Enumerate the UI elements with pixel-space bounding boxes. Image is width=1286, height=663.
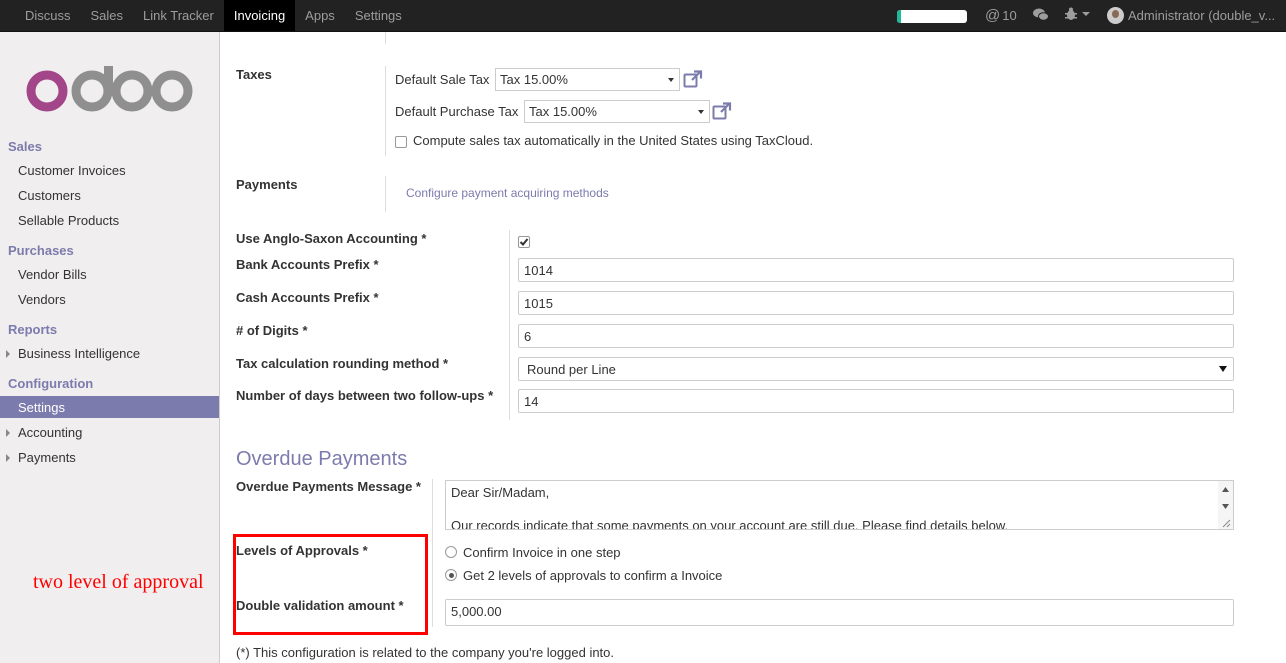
approval-one-step-label: Confirm Invoice in one step bbox=[463, 545, 621, 560]
rounding-method-select[interactable]: Round per Line bbox=[518, 357, 1234, 381]
sidebar-item-label: Payments bbox=[18, 450, 76, 465]
cash-prefix-label: Cash Accounts Prefix * bbox=[236, 290, 379, 305]
messages-count: 10 bbox=[1002, 8, 1017, 23]
menu-settings[interactable]: Settings bbox=[345, 0, 412, 31]
sidebar-item-payments[interactable]: Payments bbox=[0, 446, 219, 468]
sidebar-section-reports: Reports bbox=[8, 322, 58, 337]
menu-link-tracker[interactable]: Link Tracker bbox=[133, 0, 224, 31]
chevron-down-icon bbox=[698, 110, 704, 114]
sidebar-item-label: Business Intelligence bbox=[18, 346, 141, 361]
sidebar-item-settings[interactable]: Settings bbox=[0, 396, 219, 418]
menu-invoicing[interactable]: Invoicing bbox=[223, 0, 296, 31]
caret-down-icon bbox=[1082, 12, 1090, 16]
footer-note: (*) This configuration is related to the… bbox=[236, 645, 615, 660]
sidebar-item-accounting[interactable]: Accounting bbox=[0, 421, 219, 443]
overdue-message-line: Our records indicate that some payments … bbox=[451, 518, 1009, 530]
progress-fill bbox=[897, 10, 901, 23]
approval-levels-label: Levels of Approvals * bbox=[236, 543, 368, 558]
approval-two-levels-radio[interactable] bbox=[445, 569, 457, 581]
app-menu: Discuss Sales Link Tracker Invoicing App… bbox=[15, 0, 412, 31]
overdue-message-textarea[interactable]: Dear Sir/Madam, Our records indicate tha… bbox=[445, 480, 1234, 530]
scroll-up-icon bbox=[1222, 487, 1229, 492]
external-link-icon[interactable] bbox=[712, 102, 732, 121]
double-validation-label: Double validation amount * bbox=[236, 598, 404, 613]
top-navbar: Discuss Sales Link Tracker Invoicing App… bbox=[0, 0, 1286, 32]
caret-right-icon bbox=[6, 429, 10, 437]
chat-icon[interactable] bbox=[1033, 8, 1049, 25]
taxes-label: Taxes bbox=[236, 67, 272, 82]
default-sale-tax-label: Default Sale Tax bbox=[395, 72, 490, 87]
sidebar: Sales Customer Invoices Customers Sellab… bbox=[0, 32, 220, 663]
default-purchase-tax-select[interactable]: Tax 15.00% bbox=[524, 100, 710, 123]
odoo-logo[interactable] bbox=[26, 66, 194, 115]
cash-prefix-input[interactable]: 1015 bbox=[518, 291, 1234, 315]
divider bbox=[509, 230, 510, 420]
resize-grip-icon bbox=[1222, 519, 1231, 528]
bank-prefix-label: Bank Accounts Prefix * bbox=[236, 257, 379, 272]
chevron-down-icon bbox=[1219, 366, 1227, 372]
chevron-down-icon bbox=[668, 78, 674, 82]
caret-right-icon bbox=[6, 454, 10, 462]
rounding-method-label: Tax calculation rounding method * bbox=[236, 356, 449, 371]
default-sale-tax-value: Tax 15.00% bbox=[500, 72, 568, 87]
external-link-icon[interactable] bbox=[683, 70, 703, 89]
taxcloud-checkbox[interactable] bbox=[395, 136, 407, 148]
taxcloud-label: Compute sales tax automatically in the U… bbox=[413, 133, 814, 148]
avatar bbox=[1107, 7, 1124, 24]
menu-discuss[interactable]: Discuss bbox=[15, 0, 81, 31]
rounding-method-value: Round per Line bbox=[527, 362, 616, 377]
sidebar-section-configuration: Configuration bbox=[8, 376, 94, 391]
sidebar-item-label: Accounting bbox=[18, 425, 83, 440]
annotation-text: two level of approval bbox=[33, 571, 204, 593]
sidebar-item-sellable-products[interactable]: Sellable Products bbox=[0, 209, 219, 231]
anglo-saxon-checkbox[interactable] bbox=[518, 236, 530, 248]
sidebar-item-vendor-bills[interactable]: Vendor Bills bbox=[0, 263, 219, 285]
bank-prefix-input[interactable]: 1014 bbox=[518, 258, 1234, 282]
divider bbox=[385, 32, 386, 44]
scroll-down-icon bbox=[1222, 504, 1229, 509]
default-purchase-tax-value: Tax 15.00% bbox=[529, 104, 597, 119]
overdue-payments-heading: Overdue Payments bbox=[236, 448, 408, 470]
sidebar-section-purchases: Purchases bbox=[8, 243, 74, 258]
messages-counter[interactable]: @ 10 bbox=[985, 7, 1017, 24]
bug-icon bbox=[1065, 7, 1077, 20]
default-sale-tax-select[interactable]: Tax 15.00% bbox=[495, 68, 680, 91]
sidebar-item-vendors[interactable]: Vendors bbox=[0, 288, 219, 310]
sidebar-item-customer-invoices[interactable]: Customer Invoices bbox=[0, 159, 219, 181]
sidebar-item-business-intelligence[interactable]: Business Intelligence bbox=[0, 342, 219, 364]
at-icon: @ bbox=[985, 7, 1001, 24]
sidebar-section-sales: Sales bbox=[8, 139, 42, 154]
approval-two-levels-label: Get 2 levels of approvals to confirm a I… bbox=[463, 568, 723, 583]
divider bbox=[432, 479, 433, 627]
overdue-message-label: Overdue Payments Message * bbox=[236, 479, 421, 494]
payments-label: Payments bbox=[236, 177, 298, 192]
planner-progress-bar[interactable] bbox=[897, 10, 967, 23]
approval-one-step-radio[interactable] bbox=[445, 546, 457, 558]
divider bbox=[385, 66, 386, 156]
divider bbox=[385, 176, 386, 212]
caret-right-icon bbox=[6, 350, 10, 358]
menu-sales[interactable]: Sales bbox=[81, 0, 134, 31]
default-purchase-tax-label: Default Purchase Tax bbox=[395, 104, 519, 119]
user-menu[interactable]: Administrator (double_v... bbox=[1107, 7, 1275, 24]
debug-menu[interactable] bbox=[1064, 7, 1091, 21]
digits-label: # of Digits * bbox=[236, 323, 308, 338]
settings-form: Taxes Default Sale Tax Tax 15.00% Defaul… bbox=[220, 32, 1286, 663]
configure-payment-acquirers-link[interactable]: Configure payment acquiring methods bbox=[406, 186, 609, 200]
overdue-message-line: Dear Sir/Madam, bbox=[451, 485, 550, 500]
checkmark-icon bbox=[519, 238, 529, 246]
textarea-scrollbar[interactable] bbox=[1218, 481, 1233, 529]
followup-days-input[interactable]: 14 bbox=[518, 389, 1234, 413]
user-name: Administrator (double_v... bbox=[1128, 8, 1276, 23]
sidebar-item-customers[interactable]: Customers bbox=[0, 184, 219, 206]
menu-apps[interactable]: Apps bbox=[295, 0, 345, 31]
anglo-saxon-label: Use Anglo-Saxon Accounting * bbox=[236, 231, 427, 246]
double-validation-input[interactable]: 5,000.00 bbox=[445, 599, 1234, 626]
followup-days-label: Number of days between two follow-ups * bbox=[236, 388, 494, 403]
digits-input[interactable]: 6 bbox=[518, 324, 1234, 348]
